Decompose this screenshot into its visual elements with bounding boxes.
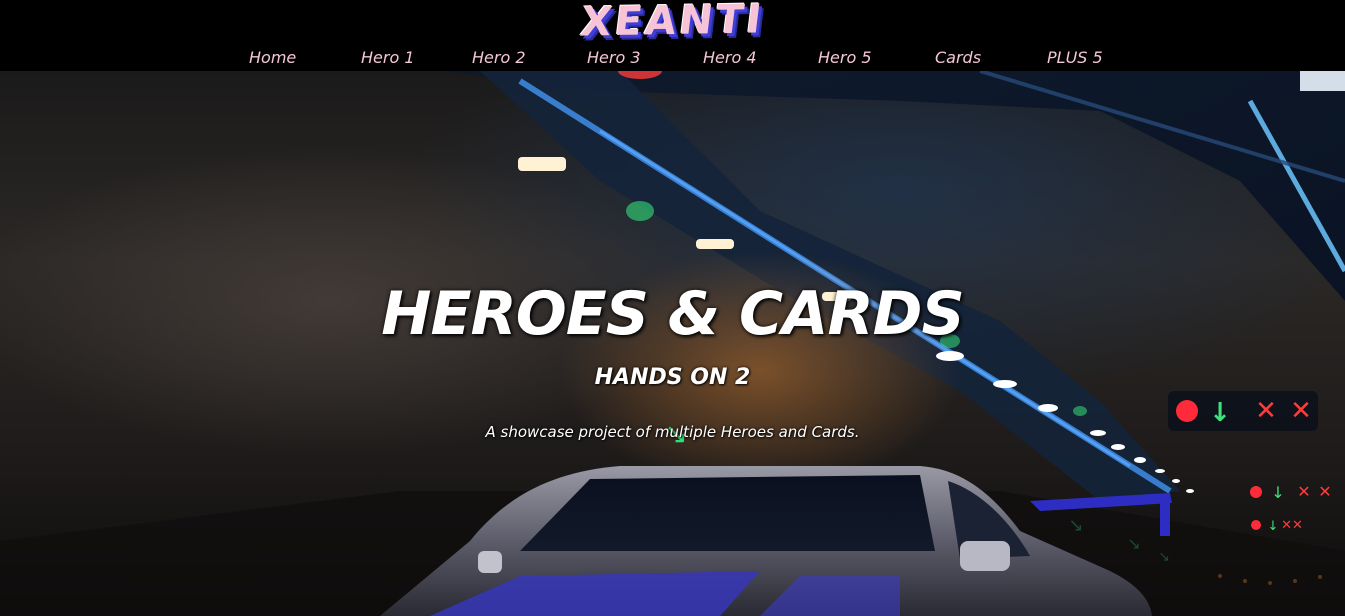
page: XEANTI Home Hero 1 Hero 2 Hero 3 Hero 4 …: [0, 0, 1345, 616]
hero-description: A showcase project of multiple Heroes an…: [485, 423, 860, 441]
site-header: XEANTI Home Hero 1 Hero 2 Hero 3 Hero 4 …: [0, 0, 1345, 71]
svg-text:✕: ✕: [1297, 482, 1310, 501]
nav-item-plus-5[interactable]: PLUS 5: [1047, 46, 1103, 70]
hero-subtitle: HANDS ON 2: [594, 365, 751, 391]
main-nav: Home Hero 1 Hero 2 Hero 3 Hero 4 Hero 5 …: [0, 46, 1345, 70]
nav-item-hero-2[interactable]: Hero 2: [472, 46, 526, 70]
svg-text:↓: ↓: [1268, 519, 1279, 534]
nav-item-hero-1[interactable]: Hero 1: [361, 46, 415, 70]
nav-item-hero-3[interactable]: Hero 3: [587, 46, 641, 70]
nav-item-hero-5[interactable]: Hero 5: [818, 46, 872, 70]
svg-text:✕: ✕: [1255, 396, 1277, 426]
nav-item-home[interactable]: Home: [249, 46, 296, 70]
hero-section: ↓ ✕ ✕ ↓ ✕ ✕ ↓ ✕✕ ↘ ↘ ↘ ↘: [0, 71, 1345, 616]
nav-item-hero-4[interactable]: Hero 4: [703, 46, 757, 70]
svg-text:↓: ↓: [1271, 483, 1284, 502]
nav-item-cards[interactable]: Cards: [935, 46, 981, 70]
svg-text:✕✕: ✕✕: [1281, 518, 1303, 533]
svg-text:✕: ✕: [1318, 482, 1331, 501]
svg-text:✕: ✕: [1290, 396, 1312, 426]
hero-title: HEROES & CARDS: [381, 279, 964, 350]
